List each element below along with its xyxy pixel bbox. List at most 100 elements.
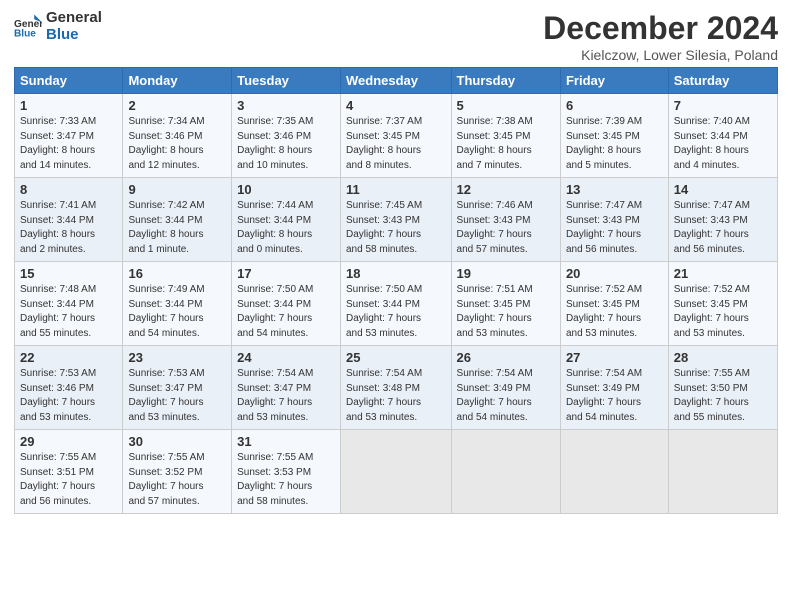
day-cell: 2Sunrise: 7:34 AM Sunset: 3:46 PM Daylig… xyxy=(123,94,232,178)
day-info: Sunrise: 7:55 AM Sunset: 3:52 PM Dayligh… xyxy=(128,451,226,509)
day-cell: 10Sunrise: 7:44 AM Sunset: 3:44 PM Dayli… xyxy=(232,178,341,262)
week-row-1: 1 Sunrise: 7:33 AM Sunset: 3:47 PM Daylig… xyxy=(15,94,778,178)
day-cell: 27Sunrise: 7:54 AM Sunset: 3:49 PM Dayli… xyxy=(560,346,668,430)
col-header-friday: Friday xyxy=(560,68,668,94)
day-cell: 20 Sunrise: 7:52 AM Sunset: 3:45 PM Dayli… xyxy=(560,262,668,346)
day-info: Sunrise: 7:55 AM Sunset: 3:53 PM Dayligh… xyxy=(237,451,335,509)
day-cell: 19 Sunrise: 7:51 AM Sunset: 3:45 PM Dayli… xyxy=(451,262,560,346)
day-number: 15 xyxy=(20,266,117,281)
day-number: 25 xyxy=(346,350,446,365)
day-cell: 4 Sunrise: 7:37 AM Sunset: 3:45 PM Daylig… xyxy=(341,94,452,178)
col-header-thursday: Thursday xyxy=(451,68,560,94)
day-number: 24 xyxy=(237,350,335,365)
day-number: 23 xyxy=(128,350,226,365)
day-number: 20 xyxy=(566,266,663,281)
day-number: 14 xyxy=(674,182,772,197)
day-info: Sunrise: 7:54 AM Sunset: 3:49 PM Dayligh… xyxy=(457,367,555,425)
day-info: Sunrise: 7:38 AM Sunset: 3:45 PM Dayligh… xyxy=(457,115,555,173)
day-cell: 21Sunrise: 7:52 AM Sunset: 3:45 PM Dayli… xyxy=(668,262,777,346)
day-cell: 8 Sunrise: 7:41 AM Sunset: 3:44 PM Daylig… xyxy=(15,178,123,262)
day-cell xyxy=(560,430,668,514)
header-row: SundayMondayTuesdayWednesdayThursdayFrid… xyxy=(15,68,778,94)
day-number: 27 xyxy=(566,350,663,365)
week-row-2: 8 Sunrise: 7:41 AM Sunset: 3:44 PM Daylig… xyxy=(15,178,778,262)
day-number: 18 xyxy=(346,266,446,281)
week-row-4: 22 Sunrise: 7:53 AM Sunset: 3:46 PM Dayli… xyxy=(15,346,778,430)
day-cell: 12 Sunrise: 7:46 AM Sunset: 3:43 PM Dayli… xyxy=(451,178,560,262)
logo: General Blue General Blue xyxy=(14,10,102,43)
col-header-saturday: Saturday xyxy=(668,68,777,94)
header: General Blue General Blue December 2024 … xyxy=(14,10,778,63)
svg-text:Blue: Blue xyxy=(14,28,36,39)
logo-line1: General xyxy=(46,10,102,27)
day-info: Sunrise: 7:48 AM Sunset: 3:44 PM Dayligh… xyxy=(20,283,117,341)
col-header-sunday: Sunday xyxy=(15,68,123,94)
day-number: 19 xyxy=(457,266,555,281)
month-title: December 2024 xyxy=(543,10,778,47)
day-info: Sunrise: 7:33 AM Sunset: 3:47 PM Dayligh… xyxy=(20,115,117,173)
day-cell: 24Sunrise: 7:54 AM Sunset: 3:47 PM Dayli… xyxy=(232,346,341,430)
day-info: Sunrise: 7:46 AM Sunset: 3:43 PM Dayligh… xyxy=(457,199,555,257)
day-info: Sunrise: 7:51 AM Sunset: 3:45 PM Dayligh… xyxy=(457,283,555,341)
week-row-3: 15 Sunrise: 7:48 AM Sunset: 3:44 PM Dayli… xyxy=(15,262,778,346)
day-number: 9 xyxy=(128,182,226,197)
day-info: Sunrise: 7:40 AM Sunset: 3:44 PM Dayligh… xyxy=(674,115,772,173)
day-info: Sunrise: 7:47 AM Sunset: 3:43 PM Dayligh… xyxy=(566,199,663,257)
day-number: 22 xyxy=(20,350,117,365)
day-info: Sunrise: 7:35 AM Sunset: 3:46 PM Dayligh… xyxy=(237,115,335,173)
day-info: Sunrise: 7:52 AM Sunset: 3:45 PM Dayligh… xyxy=(674,283,772,341)
day-cell: 31 Sunrise: 7:55 AM Sunset: 3:53 PM Dayli… xyxy=(232,430,341,514)
day-info: Sunrise: 7:54 AM Sunset: 3:48 PM Dayligh… xyxy=(346,367,446,425)
day-number: 30 xyxy=(128,434,226,449)
day-cell xyxy=(341,430,452,514)
day-cell: 1 Sunrise: 7:33 AM Sunset: 3:47 PM Daylig… xyxy=(15,94,123,178)
day-info: Sunrise: 7:47 AM Sunset: 3:43 PM Dayligh… xyxy=(674,199,772,257)
day-info: Sunrise: 7:49 AM Sunset: 3:44 PM Dayligh… xyxy=(128,283,226,341)
day-cell xyxy=(451,430,560,514)
day-info: Sunrise: 7:42 AM Sunset: 3:44 PM Dayligh… xyxy=(128,199,226,257)
day-cell: 25 Sunrise: 7:54 AM Sunset: 3:48 PM Dayli… xyxy=(341,346,452,430)
day-number: 28 xyxy=(674,350,772,365)
day-cell: 7 Sunrise: 7:40 AM Sunset: 3:44 PM Daylig… xyxy=(668,94,777,178)
day-number: 31 xyxy=(237,434,335,449)
location-subtitle: Kielczow, Lower Silesia, Poland xyxy=(543,47,778,63)
day-cell: 18 Sunrise: 7:50 AM Sunset: 3:44 PM Dayli… xyxy=(341,262,452,346)
day-cell: 11Sunrise: 7:45 AM Sunset: 3:43 PM Dayli… xyxy=(341,178,452,262)
day-info: Sunrise: 7:53 AM Sunset: 3:46 PM Dayligh… xyxy=(20,367,117,425)
day-number: 8 xyxy=(20,182,117,197)
day-info: Sunrise: 7:34 AM Sunset: 3:46 PM Dayligh… xyxy=(128,115,226,173)
day-cell: 22 Sunrise: 7:53 AM Sunset: 3:46 PM Dayli… xyxy=(15,346,123,430)
day-number: 13 xyxy=(566,182,663,197)
week-row-5: 29 Sunrise: 7:55 AM Sunset: 3:51 PM Dayli… xyxy=(15,430,778,514)
day-cell: 30 Sunrise: 7:55 AM Sunset: 3:52 PM Dayli… xyxy=(123,430,232,514)
col-header-wednesday: Wednesday xyxy=(341,68,452,94)
day-info: Sunrise: 7:50 AM Sunset: 3:44 PM Dayligh… xyxy=(237,283,335,341)
day-info: Sunrise: 7:55 AM Sunset: 3:51 PM Dayligh… xyxy=(20,451,117,509)
day-info: Sunrise: 7:53 AM Sunset: 3:47 PM Dayligh… xyxy=(128,367,226,425)
day-number: 12 xyxy=(457,182,555,197)
day-info: Sunrise: 7:52 AM Sunset: 3:45 PM Dayligh… xyxy=(566,283,663,341)
day-number: 7 xyxy=(674,98,772,113)
day-cell: 15 Sunrise: 7:48 AM Sunset: 3:44 PM Dayli… xyxy=(15,262,123,346)
day-cell: 9 Sunrise: 7:42 AM Sunset: 3:44 PM Daylig… xyxy=(123,178,232,262)
day-cell: 3Sunrise: 7:35 AM Sunset: 3:46 PM Daylig… xyxy=(232,94,341,178)
day-info: Sunrise: 7:41 AM Sunset: 3:44 PM Dayligh… xyxy=(20,199,117,257)
calendar-table: SundayMondayTuesdayWednesdayThursdayFrid… xyxy=(14,67,778,514)
day-cell: 6Sunrise: 7:39 AM Sunset: 3:45 PM Daylig… xyxy=(560,94,668,178)
day-info: Sunrise: 7:50 AM Sunset: 3:44 PM Dayligh… xyxy=(346,283,446,341)
day-number: 6 xyxy=(566,98,663,113)
day-cell: 13 Sunrise: 7:47 AM Sunset: 3:43 PM Dayli… xyxy=(560,178,668,262)
day-info: Sunrise: 7:45 AM Sunset: 3:43 PM Dayligh… xyxy=(346,199,446,257)
day-number: 26 xyxy=(457,350,555,365)
day-number: 16 xyxy=(128,266,226,281)
day-info: Sunrise: 7:37 AM Sunset: 3:45 PM Dayligh… xyxy=(346,115,446,173)
day-cell: 14 Sunrise: 7:47 AM Sunset: 3:43 PM Dayli… xyxy=(668,178,777,262)
day-cell: 29 Sunrise: 7:55 AM Sunset: 3:51 PM Dayli… xyxy=(15,430,123,514)
col-header-tuesday: Tuesday xyxy=(232,68,341,94)
day-number: 4 xyxy=(346,98,446,113)
day-cell: 23 Sunrise: 7:53 AM Sunset: 3:47 PM Dayli… xyxy=(123,346,232,430)
day-number: 1 xyxy=(20,98,117,113)
day-number: 5 xyxy=(457,98,555,113)
day-number: 10 xyxy=(237,182,335,197)
day-number: 29 xyxy=(20,434,117,449)
